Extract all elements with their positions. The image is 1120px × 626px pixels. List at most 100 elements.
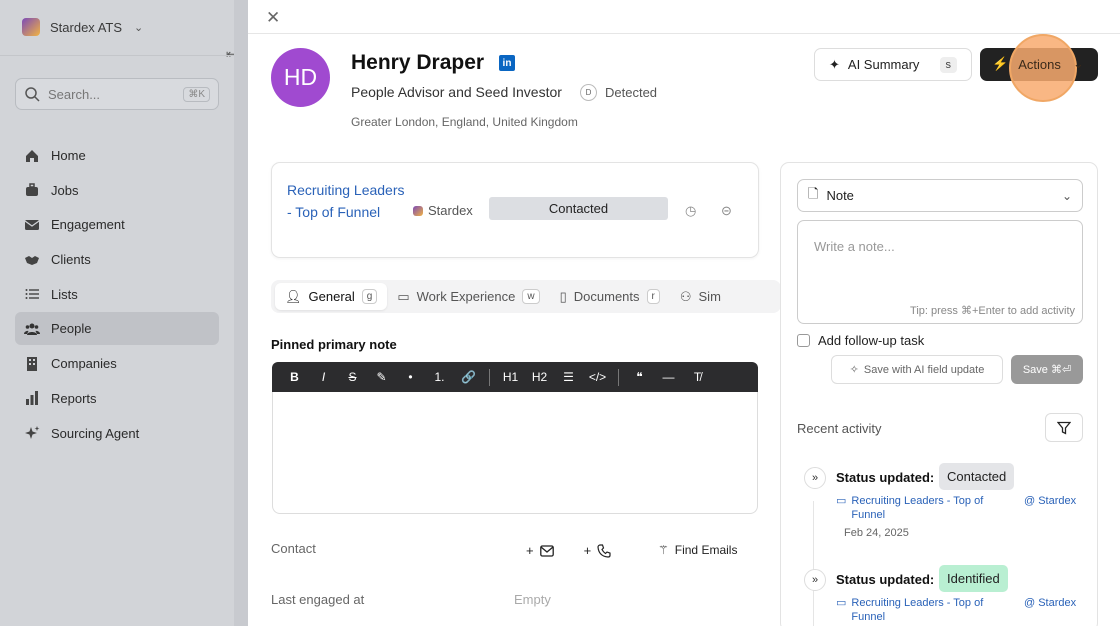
more-icon[interactable]: ⊝: [721, 203, 732, 219]
briefcase-icon: [23, 181, 41, 199]
quote-icon[interactable]: ❝: [625, 370, 654, 384]
code-block-icon[interactable]: </>: [583, 370, 612, 384]
sparkle-icon: ✦: [829, 56, 840, 72]
linkedin-icon[interactable]: in: [499, 55, 515, 71]
expand-icon[interactable]: »: [804, 467, 826, 489]
tab-documents[interactable]: ▯ Documents r: [550, 283, 670, 310]
activity-type-select[interactable]: 🗋︎ Note ⌄: [797, 179, 1083, 212]
workspace-name: Stardex ATS: [50, 19, 123, 35]
sidebar-item-people[interactable]: People: [15, 312, 219, 346]
sparkle-icon: ✧: [849, 364, 859, 376]
person-name: Henry Draper: [351, 51, 485, 74]
sidebar-item-label: Companies: [51, 356, 117, 372]
panel-resize-handle[interactable]: [234, 0, 248, 626]
sidebar-item-label: Jobs: [51, 182, 79, 198]
sidebar-nav: Home Jobs Engagement Clients Lists Peopl…: [15, 139, 219, 451]
checklist-icon[interactable]: ☰: [554, 370, 583, 384]
sidebar-item-engagement[interactable]: Engagement: [15, 208, 219, 241]
sidebar-item-sourcing-agent[interactable]: Sourcing Agent: [15, 417, 219, 450]
editor-toolbar: B I S ✎ • 1. 🔗 H1 H2 ☰ </> ❝ — T̸: [272, 362, 758, 392]
pipeline-status-select[interactable]: Contacted: [489, 197, 668, 220]
sidebar-item-label: Reports: [51, 390, 97, 406]
strikethrough-icon[interactable]: S: [338, 370, 367, 384]
tab-similar[interactable]: ⚇ Sim: [670, 283, 731, 310]
bullet-list-icon[interactable]: •: [396, 370, 425, 384]
numbered-list-icon[interactable]: 1.: [425, 370, 454, 384]
heading2-icon[interactable]: H2: [525, 370, 554, 384]
horizontal-rule-icon[interactable]: —: [654, 370, 683, 384]
search-shortcut: ⌘K: [183, 86, 210, 102]
activity-org[interactable]: @ Stardex: [1024, 494, 1084, 508]
sidebar-item-clients[interactable]: Clients: [15, 243, 219, 276]
pipeline-job-link[interactable]: Recruiting Leaders - Top of Funnel: [287, 179, 407, 223]
activity-job-link[interactable]: ▭ Recruiting Leaders - Top of Funnel: [836, 494, 1006, 522]
workspace-logo: [22, 18, 40, 36]
org-logo: [413, 205, 423, 216]
bold-icon[interactable]: B: [280, 370, 309, 384]
list-icon: [23, 285, 41, 303]
checkbox[interactable]: [797, 334, 810, 347]
sidebar-item-home[interactable]: Home: [15, 139, 219, 172]
actions-label: Actions: [1018, 56, 1061, 72]
actions-button-content[interactable]: ⚡ Actions ⌄: [992, 56, 1084, 72]
sidebar-item-lists[interactable]: Lists: [15, 278, 219, 311]
chevron-down-icon: ⌄: [1072, 56, 1084, 71]
add-email-button[interactable]: +: [526, 543, 554, 558]
sidebar: Stardex ATS ⌄ ⇤ Search... ⌘K Home Jobs E…: [0, 0, 236, 626]
italic-icon[interactable]: I: [309, 370, 338, 384]
highlight-icon[interactable]: ✎: [367, 370, 396, 384]
search-input[interactable]: Search... ⌘K: [15, 78, 219, 110]
expand-icon[interactable]: »: [804, 569, 826, 591]
activity-job-link[interactable]: ▭ Recruiting Leaders - Top of Funnel: [836, 596, 1006, 624]
header-divider: [248, 33, 1120, 34]
sidebar-item-label: Lists: [51, 286, 78, 302]
save-with-ai-button[interactable]: ✧ Save with AI field update: [831, 355, 1003, 384]
add-phone-button[interactable]: +: [584, 543, 612, 558]
person-detail-panel: ✕ HD Henry Draper in People Advisor and …: [248, 0, 1120, 626]
find-emails-button[interactable]: ⚚ Find Emails: [658, 543, 737, 557]
phone-icon: [597, 543, 611, 558]
clear-format-icon[interactable]: T̸: [683, 370, 712, 384]
ai-summary-shortcut: s: [939, 56, 957, 73]
tab-work-experience[interactable]: ▭ Work Experience w: [387, 283, 549, 310]
follow-up-checkbox[interactable]: Add follow-up task: [797, 333, 924, 348]
activity-type-label: Note: [826, 188, 854, 203]
mail-icon: [23, 216, 41, 234]
save-button[interactable]: Save ⌘⏎: [1011, 355, 1083, 384]
activity-org[interactable]: @ Stardex: [1024, 596, 1084, 610]
pipeline-org: Stardex: [413, 203, 473, 218]
tab-label: General: [308, 289, 355, 304]
plus-icon: +: [526, 543, 534, 558]
heading1-icon[interactable]: H1: [496, 370, 525, 384]
people-icon: [23, 320, 41, 338]
activity-timeline-line: [813, 501, 814, 626]
note-tip: Tip: press ⌘+Enter to add activity: [910, 305, 1075, 317]
tab-general[interactable]: 👤︎ General g: [275, 283, 388, 310]
link-icon[interactable]: 🔗: [454, 370, 483, 384]
bar-chart-icon: [23, 389, 41, 407]
close-icon[interactable]: ✕: [266, 8, 280, 28]
contact-label: Contact: [271, 541, 316, 556]
recent-activity-label: Recent activity: [797, 421, 882, 436]
workspace-switcher[interactable]: Stardex ATS ⌄: [22, 18, 143, 36]
filter-button[interactable]: [1045, 413, 1083, 442]
sidebar-item-reports[interactable]: Reports: [15, 382, 219, 415]
clock-icon[interactable]: ◷: [685, 203, 696, 219]
pinned-note-editor[interactable]: [272, 392, 758, 514]
last-engaged-value: Empty: [514, 592, 551, 607]
toolbar-divider: [618, 368, 619, 386]
tab-label: Work Experience: [416, 289, 516, 304]
profile-tabs: 👤︎ General g ▭ Work Experience w ▯ Docum…: [271, 280, 781, 313]
tab-label: Sim: [698, 289, 721, 304]
activity-title: Status updated:: [836, 470, 935, 485]
sidebar-item-companies[interactable]: Companies: [15, 347, 219, 380]
detected-label: Detected: [605, 85, 658, 100]
find-emails-label: Find Emails: [674, 543, 738, 557]
activity-panel: 🗋︎ Note ⌄ Write a note... Tip: press ⌘+E…: [780, 162, 1098, 626]
tab-label: Documents: [573, 289, 640, 304]
ai-summary-button[interactable]: ✦ AI Summary s: [814, 48, 972, 81]
sidebar-item-label: Engagement: [51, 217, 125, 233]
note-textarea[interactable]: Write a note... Tip: press ⌘+Enter to ad…: [797, 220, 1083, 324]
sidebar-item-jobs[interactable]: Jobs: [15, 174, 219, 207]
avatar: HD: [271, 48, 330, 107]
